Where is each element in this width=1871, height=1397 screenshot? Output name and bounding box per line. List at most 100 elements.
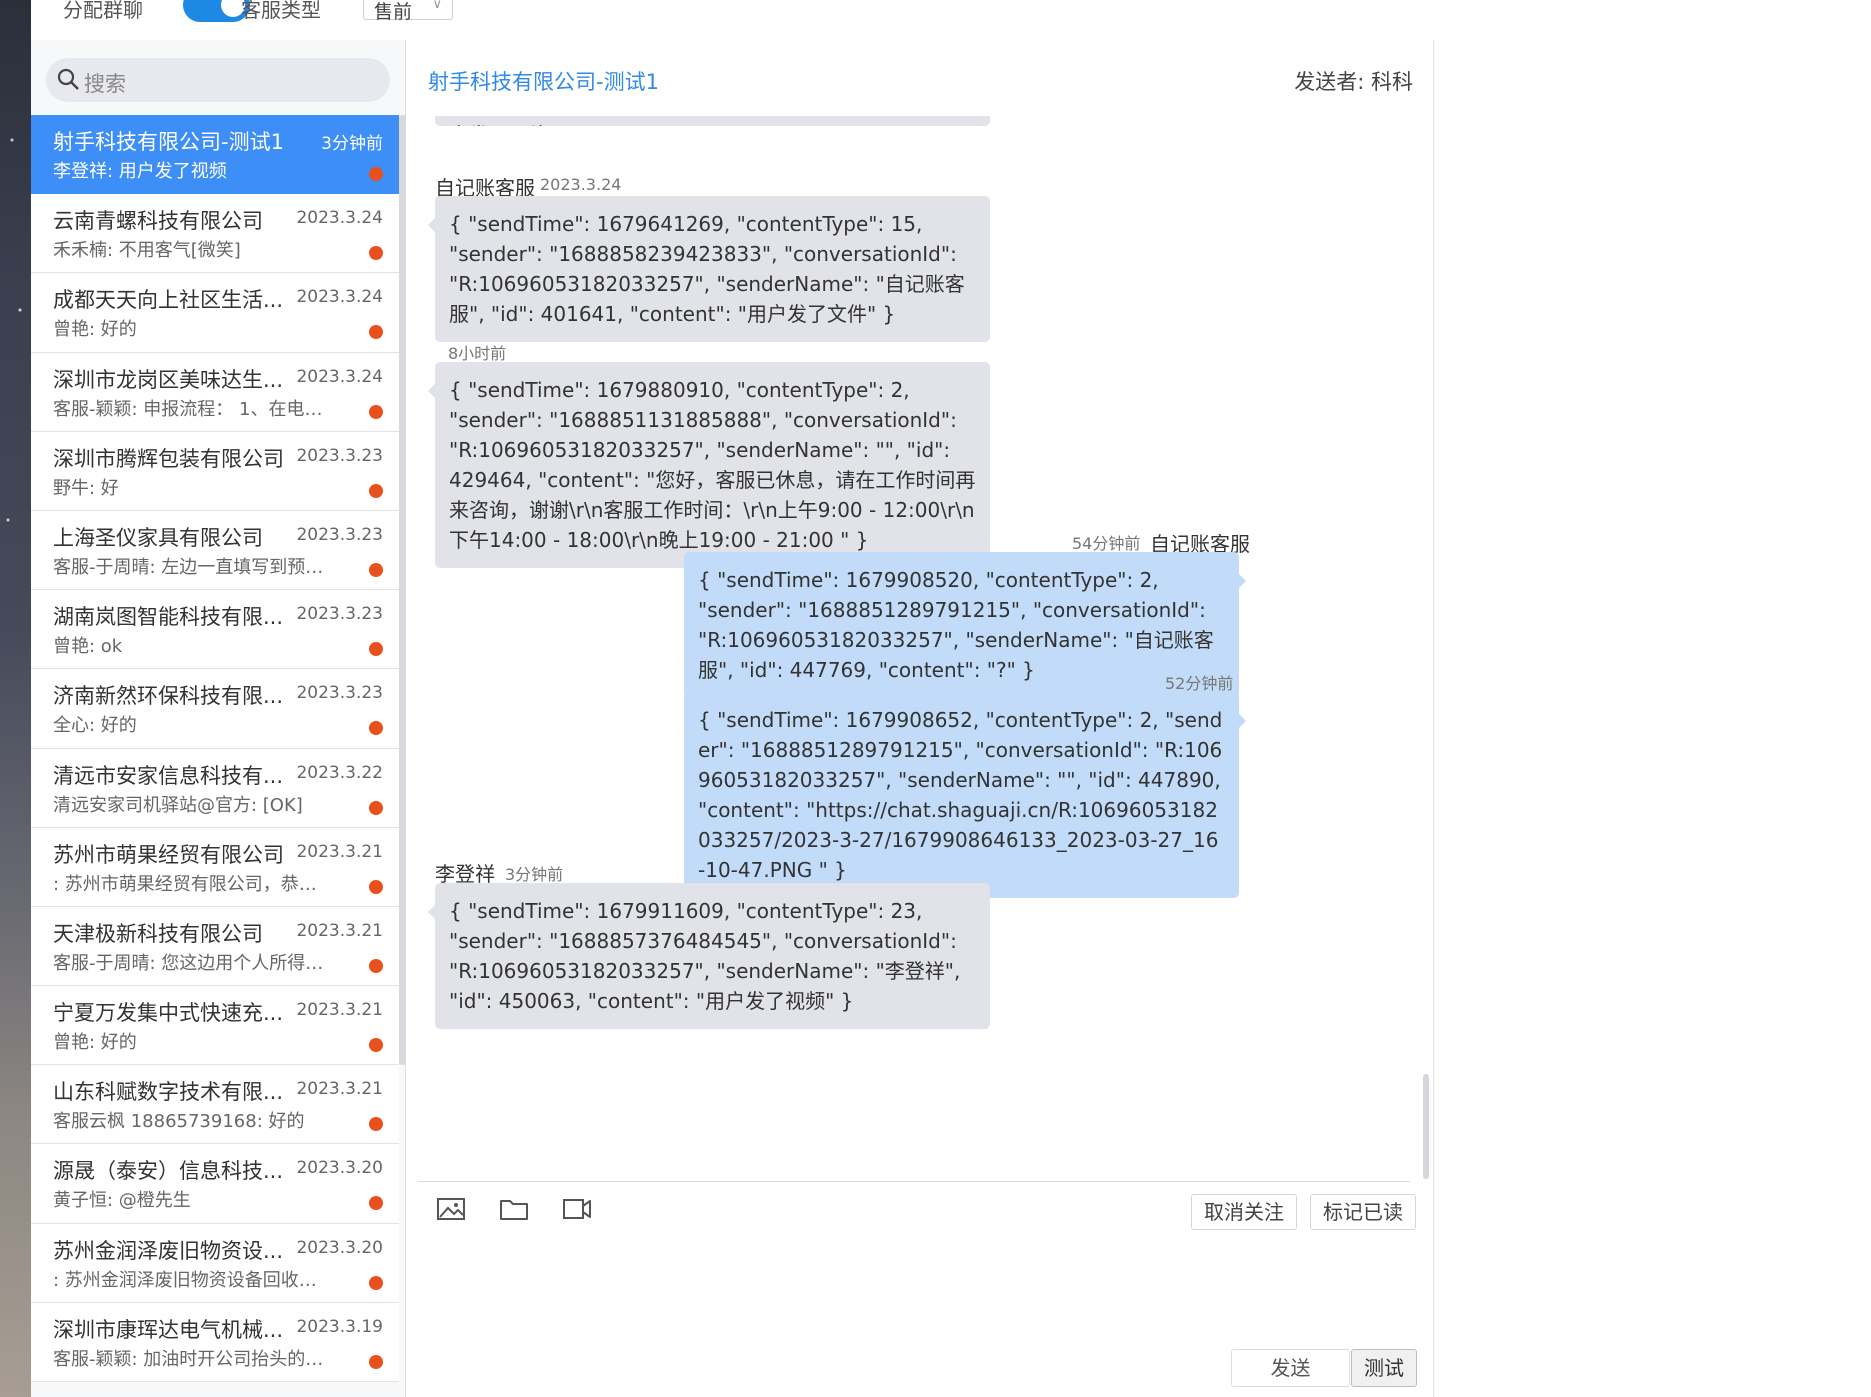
service-type-select[interactable]: 售前 ∨ bbox=[363, 0, 453, 23]
message-bubble: { "sendTime": 1679641269, "contentType":… bbox=[428, 196, 990, 342]
conversation-last-message: 全心: 好的 bbox=[53, 715, 137, 737]
conversation-item[interactable]: 山东科赋数字技术有限... 2023.3.21 客服云枫 18865739168: … bbox=[31, 1065, 399, 1145]
conversation-date: 2023.3.23 bbox=[296, 524, 383, 545]
conversation-item[interactable]: 清远市安家信息科技有... 2023.3.22 清远安家司机驿站@官方: [OK] bbox=[31, 748, 399, 828]
conversation-date: 2023.3.21 bbox=[296, 841, 383, 862]
conversation-item[interactable]: 成都天天向上社区生活... 2023.3.24 曾艳: 好的 bbox=[31, 273, 399, 353]
conversation-date: 2023.3.20 bbox=[296, 1237, 383, 1258]
conversation-last-message: 客服-颖颖: 申报流程： 1、在电脑... bbox=[53, 398, 333, 420]
conversation-item[interactable]: 上海圣仪家具有限公司 2023.3.23 客服-于周晴: 左边一直填写到预览... bbox=[31, 510, 399, 591]
chat-title: 射手科技有限公司-测试1 bbox=[428, 70, 659, 94]
conversation-name: 深圳市腾辉包装有限公司 bbox=[53, 446, 284, 471]
unread-dot-icon bbox=[369, 1275, 383, 1290]
conversation-last-message: 曾艳: 好的 bbox=[53, 319, 137, 341]
conversation-name: 湖南岚图智能科技有限... bbox=[53, 605, 284, 630]
unread-dot-icon bbox=[369, 325, 383, 340]
conversation-item[interactable]: 射手科技有限公司-测试1 3分钟前李登祥: 用户发了视频 bbox=[31, 115, 399, 195]
conversation-last-message: 野牛: 好 bbox=[53, 477, 119, 499]
conversation-last-message: 清远安家司机驿站@官方: [OK] bbox=[53, 794, 303, 816]
conversation-name: 宁夏万发集中式快速充... bbox=[53, 1001, 284, 1026]
conversation-item[interactable]: 苏州市萌果经贸有限公司 2023.3.21: 苏州市萌果经贸有限公司，恭喜... bbox=[31, 827, 399, 907]
group-assign-label: 分配群聊 bbox=[63, 0, 143, 22]
conversation-date: 3分钟前 bbox=[321, 134, 383, 154]
conversation-date: 2023.3.24 bbox=[296, 208, 383, 229]
conversation-name: 天津极新科技有限公司 bbox=[53, 921, 263, 946]
unread-dot-icon bbox=[369, 483, 383, 498]
messages-scrollbar[interactable] bbox=[1423, 1074, 1429, 1179]
composer-divider bbox=[418, 1181, 1410, 1182]
conversation-name: 源晟（泰安）信息科技... bbox=[53, 1159, 284, 1184]
chevron-down-icon: ∨ bbox=[432, 0, 442, 12]
conversation-name: 苏州金润泽废旧物资设... bbox=[53, 1238, 284, 1263]
conversation-item[interactable]: 苏州金润泽废旧物资设... 2023.3.20: 苏州金润泽废旧物资设备回收有..… bbox=[31, 1223, 399, 1303]
conversation-name: 深圳市龙岗区美味达生... bbox=[53, 367, 284, 392]
message-time: 54分钟前 bbox=[1072, 534, 1141, 553]
conversation-item[interactable]: 云南青螺科技有限公司 2023.3.24 禾禾楠: 不用客气[微笑] bbox=[31, 194, 399, 274]
unread-dot-icon bbox=[369, 642, 383, 657]
conversation-name: 射手科技有限公司-测试1 bbox=[53, 130, 284, 154]
conversation-last-message: 黄子恒: @橙先生 bbox=[53, 1190, 191, 1212]
conversation-item[interactable]: 宁夏万发集中式快速充... 2023.3.21 曾艳: 好的 bbox=[31, 986, 399, 1066]
image-icon[interactable] bbox=[435, 1193, 467, 1225]
search-placeholder: 搜索 bbox=[84, 72, 126, 96]
conversation-last-message: 禾禾楠: 不用客气[微笑] bbox=[53, 240, 241, 262]
message-bubble: { "sendTime": 1679908520, "contentType":… bbox=[684, 552, 1246, 698]
conversation-date: 2023.3.24 bbox=[296, 287, 383, 308]
unread-dot-icon bbox=[369, 1117, 383, 1132]
message-bubble: { "sendTime": 1679880910, "contentType":… bbox=[428, 362, 990, 568]
conversation-name: 苏州市萌果经贸有限公司 bbox=[53, 842, 284, 867]
chat-panel: 射手科技有限公司-测试1 发送者: 科科 "senderName": "贝由拉"… bbox=[406, 40, 1433, 1397]
conversation-date: 2023.3.22 bbox=[296, 762, 383, 783]
conversation-date: 2023.3.21 bbox=[296, 1079, 383, 1100]
video-icon[interactable] bbox=[561, 1193, 593, 1225]
message-input[interactable] bbox=[418, 1240, 1418, 1360]
conversation-item[interactable]: 湖南岚图智能科技有限... 2023.3.23 曾艳: ok bbox=[31, 590, 399, 670]
message-time: 2023.3.24 bbox=[540, 175, 622, 194]
conversation-date: 2023.3.21 bbox=[296, 1000, 383, 1021]
unread-dot-icon bbox=[369, 721, 383, 736]
conversation-last-message: 客服-于周晴: 左边一直填写到预览... bbox=[53, 556, 333, 578]
conversation-date: 2023.3.23 bbox=[296, 604, 383, 625]
unread-dot-icon bbox=[369, 167, 383, 181]
mark-read-button[interactable]: 标记已读 bbox=[1310, 1194, 1416, 1230]
conversation-item[interactable]: 源晟（泰安）信息科技... 2023.3.20 黄子恒: @橙先生 bbox=[31, 1144, 399, 1224]
conversation-item[interactable]: 深圳市龙岗区美味达生... 2023.3.24 客服-颖颖: 申报流程： 1、在电脑… bbox=[31, 352, 399, 432]
sender-label: 发送者: 科科 bbox=[1294, 70, 1413, 94]
group-assign-toggle[interactable] bbox=[183, 0, 250, 22]
unread-dot-icon bbox=[369, 246, 383, 261]
unread-dot-icon bbox=[369, 404, 383, 419]
unread-dot-icon bbox=[369, 1038, 383, 1053]
conversation-name: 深圳市康珲达电气机械... bbox=[53, 1317, 284, 1342]
conversation-date: 2023.3.24 bbox=[296, 366, 383, 387]
conversation-date: 2023.3.20 bbox=[296, 1158, 383, 1179]
message-time: 8小时前 bbox=[448, 344, 507, 363]
conversation-last-message: 曾艳: ok bbox=[53, 636, 123, 658]
unfollow-button[interactable]: 取消关注 bbox=[1191, 1194, 1297, 1230]
conversation-last-message: 曾艳: 好的 bbox=[53, 1032, 137, 1054]
conversation-item[interactable]: 深圳市康珲达电气机械... 2023.3.19 客服-颖颖: 加油时开公司抬头的发.… bbox=[31, 1302, 399, 1382]
conversation-name: 上海圣仪家具有限公司 bbox=[53, 525, 263, 550]
conversation-last-message: 客服-颖颖: 加油时开公司抬头的发... bbox=[53, 1348, 333, 1370]
conversation-name: 清远市安家信息科技有... bbox=[53, 763, 284, 788]
sidebar-scrollbar[interactable] bbox=[399, 115, 406, 1065]
conversation-item[interactable]: 深圳市腾辉包装有限公司 2023.3.23 野牛: 好 bbox=[31, 431, 399, 511]
test-button[interactable]: 测试 bbox=[1351, 1349, 1417, 1387]
folder-icon[interactable] bbox=[498, 1193, 530, 1225]
conversation-item[interactable]: 济南新然环保科技有限... 2023.3.23 全心: 好的 bbox=[31, 669, 399, 749]
message-time: 3分钟前 bbox=[505, 865, 564, 884]
unread-dot-icon bbox=[369, 1196, 383, 1211]
search-input[interactable]: 搜索 bbox=[46, 58, 390, 102]
service-type-value: 售前 bbox=[374, 1, 413, 23]
conversation-date: 2023.3.19 bbox=[296, 1316, 383, 1337]
send-button[interactable]: 发送 bbox=[1231, 1349, 1350, 1387]
unread-dot-icon bbox=[369, 1354, 383, 1369]
message-bubble: { "sendTime": 1679908652, "contentType":… bbox=[684, 692, 1246, 898]
unread-dot-icon bbox=[369, 562, 383, 577]
composer-toolbar: 取消关注 标记已读 bbox=[406, 1183, 1433, 1238]
conversation-last-message: 李登祥: 用户发了视频 bbox=[53, 161, 227, 182]
service-type-label: 客服类型 bbox=[241, 0, 321, 22]
conversation-item[interactable]: 天津极新科技有限公司 2023.3.21 客服-于周晴: 您这边用个人所得税... bbox=[31, 906, 399, 987]
conversation-name: 云南青螺科技有限公司 bbox=[53, 209, 263, 234]
unread-dot-icon bbox=[369, 800, 383, 815]
conversation-date: 2023.3.23 bbox=[296, 445, 383, 466]
